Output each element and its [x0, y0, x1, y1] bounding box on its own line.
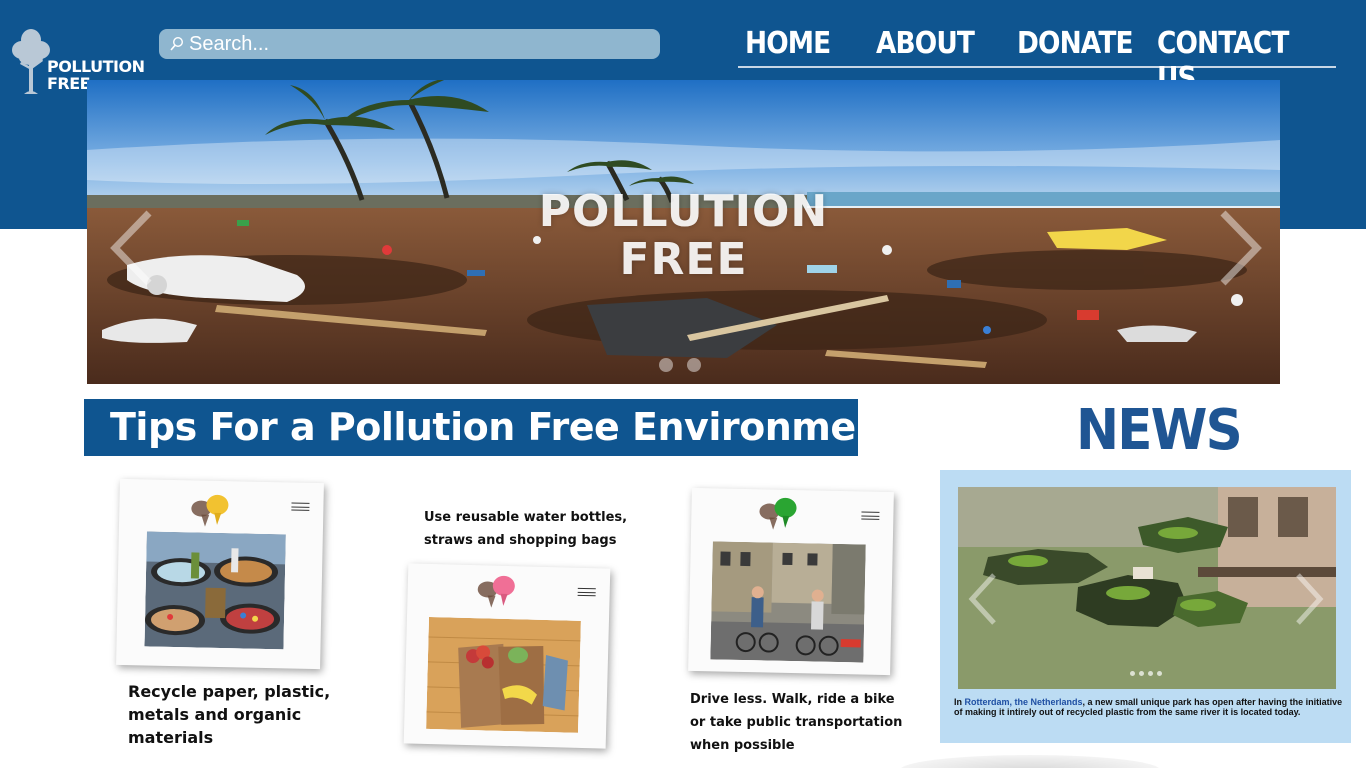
menu-icon — [577, 587, 596, 597]
cyclists-image — [710, 541, 866, 663]
search-icon — [170, 36, 184, 51]
main-nav: HOME ABOUT DONATE CONTACT US — [738, 26, 1336, 96]
tip-2-line1: Use reusable water bottles, — [424, 510, 628, 525]
tip-card-recycle — [116, 478, 324, 670]
news-carousel[interactable] — [958, 487, 1336, 689]
hero-next-button[interactable] — [1215, 208, 1265, 288]
page: POLLUTION FREE HOME ABOUT DONATE CONTACT… — [0, 0, 1366, 768]
news-heading: NEWS — [1076, 398, 1243, 463]
news-story-prefix: In — [954, 697, 965, 707]
news-prev-button[interactable] — [964, 569, 1000, 629]
menu-icon — [291, 502, 310, 511]
tip-text-recycle: Recycle paper, plastic, metals and organ… — [128, 680, 330, 749]
grocery-bags-image — [426, 616, 581, 733]
news-dot-1[interactable] — [1130, 671, 1135, 676]
pin-icon — [477, 575, 515, 608]
chevron-right-icon — [1220, 210, 1262, 286]
search-bar[interactable] — [159, 29, 660, 59]
news-next-button[interactable] — [1292, 569, 1328, 629]
tip-1-line1: Recycle paper, plastic, — [128, 682, 331, 701]
hero-prev-button[interactable] — [107, 208, 157, 288]
news-dot-2[interactable] — [1139, 671, 1144, 676]
tip-text-drive-less: Drive less. Walk, ride a bike or take pu… — [690, 688, 902, 757]
decorative-shadow — [900, 755, 1160, 768]
tip-3-line1: Drive less. Walk, ride a bike — [690, 692, 895, 707]
search-input[interactable] — [189, 32, 629, 56]
tip-3-line3: when possible — [690, 738, 795, 753]
news-dot-3[interactable] — [1148, 671, 1153, 676]
hero-carousel[interactable]: POLLUTION FREE — [87, 80, 1280, 384]
logo-text-line1: POLLUTION — [47, 57, 145, 76]
tip-card-reusable — [403, 563, 611, 749]
nav-donate[interactable]: DONATE — [1017, 26, 1133, 61]
news-story-location-link[interactable]: Rotterdam, the Netherlands — [965, 697, 1083, 707]
hero-dot-1[interactable] — [659, 358, 673, 372]
tip-1-line2: metals and organic — [128, 705, 302, 724]
tip-text-reusable: Use reusable water bottles, straws and s… — [424, 506, 627, 552]
nav-home[interactable]: HOME — [745, 26, 831, 61]
tip-card-drive-less — [688, 487, 894, 676]
hero-dot-2[interactable] — [687, 358, 701, 372]
recycle-bins-image — [144, 531, 286, 650]
hero-title: POLLUTION FREE — [87, 188, 1280, 284]
pin-icon — [759, 497, 797, 530]
menu-icon — [861, 511, 880, 520]
chevron-left-icon — [110, 210, 152, 286]
tip-1-line3: materials — [128, 728, 214, 747]
news-dot-4[interactable] — [1157, 671, 1162, 676]
nav-about[interactable]: ABOUT — [876, 26, 975, 61]
tips-heading: Tips For a Pollution Free Environment — [84, 399, 900, 456]
tip-2-line2: straws and shopping bags — [424, 533, 617, 548]
hero-slide-dots — [659, 358, 701, 372]
news-slide-dots — [1130, 671, 1162, 676]
pin-icon — [191, 494, 229, 527]
hero-title-line2: FREE — [619, 234, 748, 285]
floating-park-image — [958, 487, 1336, 689]
news-story-text: In Rotterdam, the Netherlands, a new sma… — [954, 697, 1344, 717]
hero-title-line1: POLLUTION — [538, 186, 829, 237]
tip-3-line2: or take public transportation — [690, 715, 903, 730]
news-panel: In Rotterdam, the Netherlands, a new sma… — [940, 470, 1351, 743]
